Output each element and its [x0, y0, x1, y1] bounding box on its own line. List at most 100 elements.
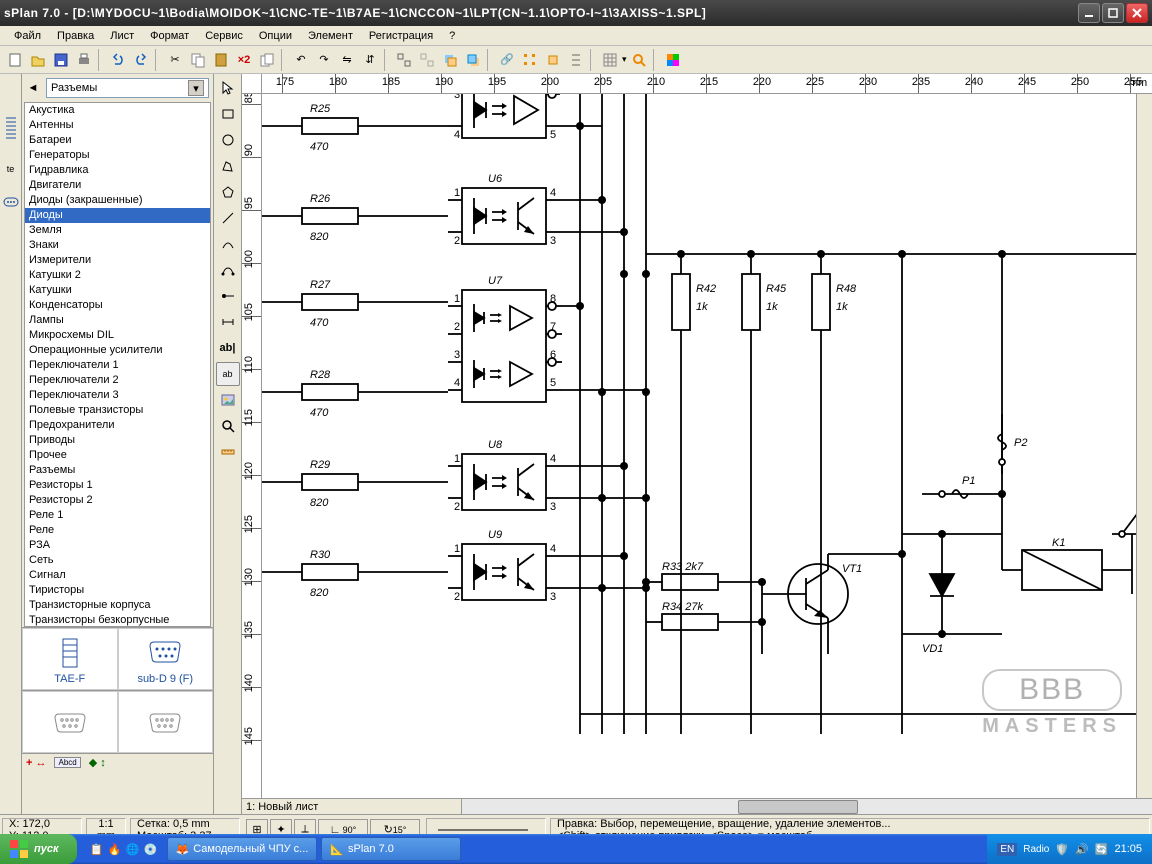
- start-button[interactable]: пуск: [0, 834, 77, 864]
- menu-Файл[interactable]: Файл: [6, 28, 49, 44]
- menu-?[interactable]: ?: [441, 28, 463, 44]
- text-tool-icon[interactable]: ab|: [216, 336, 240, 360]
- schematic-canvas[interactable]: R25470R26820R27470R28470R29820R308203845…: [262, 94, 1136, 798]
- copy-icon[interactable]: [187, 49, 209, 71]
- category-item[interactable]: Антенны: [25, 118, 210, 133]
- menu-Лист[interactable]: Лист: [102, 28, 142, 44]
- category-dropdown[interactable]: Разъемы ▾: [46, 78, 209, 98]
- align-icon[interactable]: [519, 49, 541, 71]
- ql-icon-2[interactable]: 🔥: [107, 841, 123, 857]
- lib-prev-icon[interactable]: ◄: [24, 79, 42, 97]
- duplicate-icon[interactable]: [256, 49, 278, 71]
- category-item[interactable]: Катушки: [25, 283, 210, 298]
- paste-icon[interactable]: [210, 49, 232, 71]
- category-item[interactable]: Катушки 2: [25, 268, 210, 283]
- horizontal-scrollbar[interactable]: [462, 799, 1152, 814]
- category-item[interactable]: Реле: [25, 523, 210, 538]
- flip-v-icon[interactable]: ⇵: [359, 49, 381, 71]
- ungroup-icon[interactable]: [416, 49, 438, 71]
- category-item[interactable]: Переключатели 1: [25, 358, 210, 373]
- rotate-right-icon[interactable]: ↷: [313, 49, 335, 71]
- menu-Регистрация[interactable]: Регистрация: [361, 28, 441, 44]
- menu-Сервис[interactable]: Сервис: [197, 28, 251, 44]
- category-item[interactable]: Операционные усилители: [25, 343, 210, 358]
- pointer-tool-icon[interactable]: [216, 76, 240, 100]
- category-item[interactable]: Реле 1: [25, 508, 210, 523]
- node-tool-icon[interactable]: [216, 284, 240, 308]
- category-item[interactable]: Тиристоры: [25, 583, 210, 598]
- rotate-left-icon[interactable]: ↶: [290, 49, 312, 71]
- redo-icon[interactable]: [130, 49, 152, 71]
- group-icon[interactable]: [393, 49, 415, 71]
- symbol-blank1[interactable]: [22, 691, 118, 753]
- flip-h-icon[interactable]: ⇋: [336, 49, 358, 71]
- symbol-tae-f[interactable]: TAE-F: [22, 628, 118, 690]
- open-icon[interactable]: [27, 49, 49, 71]
- minimize-button[interactable]: [1078, 3, 1100, 23]
- dimension-tool-icon[interactable]: [216, 310, 240, 334]
- symbol-blank2[interactable]: [118, 691, 214, 753]
- save-icon[interactable]: [50, 49, 72, 71]
- poly-tool-icon[interactable]: [216, 154, 240, 178]
- category-item[interactable]: Переключатели 2: [25, 373, 210, 388]
- category-item[interactable]: Лампы: [25, 313, 210, 328]
- menu-Опции[interactable]: Опции: [251, 28, 300, 44]
- curve-tool-icon[interactable]: [216, 232, 240, 256]
- menu-Формат[interactable]: Формат: [142, 28, 197, 44]
- delete-icon[interactable]: ×2: [233, 49, 255, 71]
- link-icon[interactable]: 🔗: [496, 49, 518, 71]
- new-icon[interactable]: [4, 49, 26, 71]
- zoom-tool-icon[interactable]: [216, 414, 240, 438]
- category-item[interactable]: Прочее: [25, 448, 210, 463]
- taskbar-app-1[interactable]: 🦊Самодельный ЧПУ с...: [167, 837, 318, 861]
- connector2-icon[interactable]: [2, 194, 20, 212]
- category-item[interactable]: Переключатели 3: [25, 388, 210, 403]
- tray-radio[interactable]: Radio: [1023, 844, 1049, 855]
- category-item[interactable]: Генераторы: [25, 148, 210, 163]
- sheet-tab[interactable]: 1: Новый лист: [242, 799, 462, 814]
- circle-tool-icon[interactable]: [216, 128, 240, 152]
- category-item[interactable]: Сигнал: [25, 568, 210, 583]
- shape-tool-icon[interactable]: [216, 180, 240, 204]
- category-item[interactable]: Резисторы 1: [25, 478, 210, 493]
- vertical-scrollbar[interactable]: [1136, 94, 1152, 798]
- tray-time[interactable]: 21:05: [1114, 843, 1142, 855]
- ql-icon-3[interactable]: 🌐: [125, 841, 141, 857]
- symbol-subd9[interactable]: sub-D 9 (F): [118, 628, 214, 690]
- category-item[interactable]: Приводы: [25, 433, 210, 448]
- category-item[interactable]: Земля: [25, 223, 210, 238]
- category-item[interactable]: Транзисторы безкорпусные: [25, 613, 210, 627]
- category-item[interactable]: Транзисторные корпуса: [25, 598, 210, 613]
- category-item[interactable]: Акустика: [25, 103, 210, 118]
- find-icon[interactable]: [565, 49, 587, 71]
- menu-Элемент[interactable]: Элемент: [300, 28, 361, 44]
- category-item[interactable]: Предохранители: [25, 418, 210, 433]
- category-item[interactable]: РЗА: [25, 538, 210, 553]
- category-item[interactable]: Микросхемы DIL: [25, 328, 210, 343]
- category-item[interactable]: Батареи: [25, 133, 210, 148]
- category-item[interactable]: Гидравлика: [25, 163, 210, 178]
- category-item[interactable]: Диоды: [25, 208, 210, 223]
- bezier-tool-icon[interactable]: [216, 258, 240, 282]
- line-tool-icon[interactable]: [216, 206, 240, 230]
- category-item[interactable]: Двигатели: [25, 178, 210, 193]
- tray-icon-2[interactable]: 🔊: [1075, 843, 1089, 856]
- measure-tool-icon[interactable]: [216, 440, 240, 464]
- front-icon[interactable]: [439, 49, 461, 71]
- grid-icon[interactable]: [599, 49, 621, 71]
- tray-icon-1[interactable]: 🛡️: [1055, 843, 1069, 856]
- category-item[interactable]: Резисторы 2: [25, 493, 210, 508]
- category-item[interactable]: Знаки: [25, 238, 210, 253]
- taskbar-app-2[interactable]: 📐sPlan 7.0: [321, 837, 461, 861]
- category-list[interactable]: АкустикаАнтенныБатареиГенераторыГидравли…: [24, 102, 211, 627]
- connector-icon[interactable]: [2, 114, 20, 144]
- ql-icon-4[interactable]: 💿: [143, 841, 159, 857]
- ql-icon-1[interactable]: 📋: [89, 841, 105, 857]
- category-item[interactable]: Полевые транзисторы: [25, 403, 210, 418]
- category-item[interactable]: Разъемы: [25, 463, 210, 478]
- undo-icon[interactable]: [107, 49, 129, 71]
- maximize-button[interactable]: [1102, 3, 1124, 23]
- image-tool-icon[interactable]: [216, 388, 240, 412]
- back-icon[interactable]: [462, 49, 484, 71]
- close-button[interactable]: [1126, 3, 1148, 23]
